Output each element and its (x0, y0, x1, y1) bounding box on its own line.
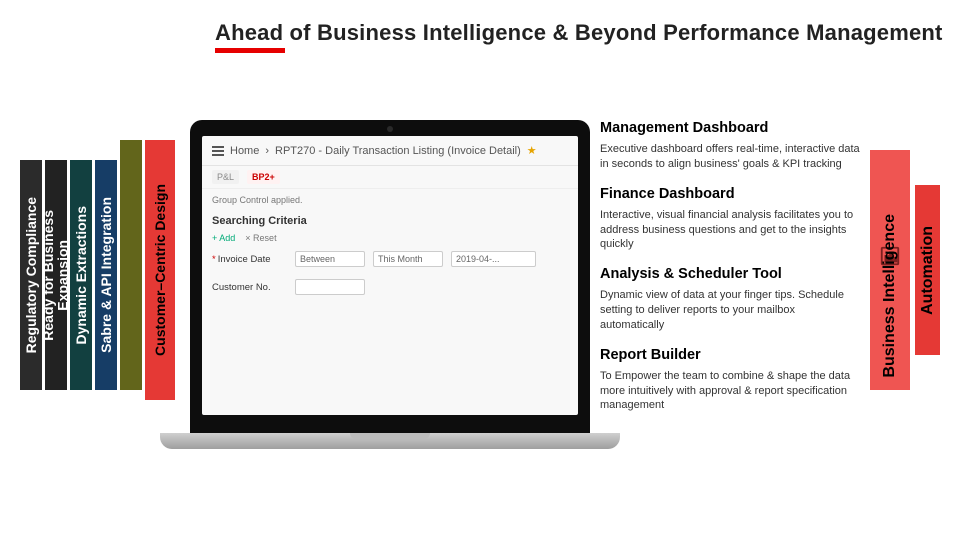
group-control-notice: Group Control applied. (202, 189, 578, 211)
criteria-row-invoice: *Invoice Date Between This Month 2019-04… (202, 245, 578, 273)
criteria-actions: + Add × Reset (202, 231, 578, 245)
vtab-label: Dynamic Extractions (73, 206, 89, 345)
laptop-mock: Home › RPT270 - Daily Transaction Listin… (190, 120, 590, 435)
page-title: Ahead of Business Intelligence & Beyond … (215, 20, 943, 46)
criteria-row-customer: Customer No. (202, 273, 578, 301)
vtab-label: Ready for Business Expansion (41, 210, 70, 341)
criteria-heading: Searching Criteria (202, 211, 578, 231)
star-icon[interactable]: ★ (527, 144, 537, 157)
vtab-label: Regulatory Compliance (23, 197, 39, 353)
customer-input[interactable] (295, 279, 365, 295)
vtab-sabre: Sabre & API Integration (95, 160, 117, 390)
heading-fin: Finance Dashboard (600, 186, 860, 202)
tab-bp2[interactable]: BP2+ (247, 170, 280, 184)
field-label: Customer No. (212, 282, 287, 293)
vtab-regulatory: Regulatory Compliance (20, 160, 42, 390)
para-fin: Interactive, visual financial analysis f… (600, 208, 860, 253)
vtab-dynamic: Dynamic Extractions (70, 160, 92, 390)
report-tabs: P&L BP2+ (202, 166, 578, 189)
crumb-home[interactable]: Home (230, 145, 259, 157)
features-column: Management Dashboard Executive dashboard… (600, 120, 860, 413)
vbar-label: Automation (919, 226, 937, 315)
para-mgmt: Executive dashboard offers real-time, in… (600, 142, 860, 172)
vtab-ready: Ready for Business Expansion (45, 160, 67, 390)
vbar-bi: Business Intelligence (870, 150, 910, 390)
heading-an: Analysis & Scheduler Tool (600, 266, 860, 282)
tab-pl[interactable]: P&L (212, 170, 239, 184)
required-mark: * (212, 254, 216, 265)
add-criteria-link[interactable]: + Add (212, 233, 235, 243)
report-screen: Home › RPT270 - Daily Transaction Listin… (202, 136, 578, 415)
field-label: *Invoice Date (212, 254, 287, 265)
para-an: Dynamic view of data at your finger tips… (600, 288, 860, 333)
para-rb: To Empower the team to combine & shape t… (600, 369, 860, 414)
heading-rb: Report Builder (600, 347, 860, 363)
vbar-label: Business Intelligence (881, 214, 899, 378)
reset-criteria-link[interactable]: × Reset (245, 233, 276, 243)
vbar-auto: Automation (915, 185, 940, 355)
vtab-label: Sabre & API Integration (98, 197, 114, 353)
slide: Ahead of Business Intelligence & Beyond … (0, 0, 960, 540)
laptop-base (160, 433, 620, 449)
vtab-placeholder (120, 140, 142, 390)
operator-select[interactable]: Between (295, 251, 365, 267)
vtab-ccd: Customer–Centric Design (145, 140, 175, 400)
title-underline (215, 48, 285, 53)
crumb-sep: › (265, 145, 269, 157)
date-input[interactable]: 2019-04-... (451, 251, 536, 267)
menu-icon[interactable] (212, 146, 224, 156)
vtab-label: Customer–Centric Design (152, 184, 168, 356)
breadcrumb: Home › RPT270 - Daily Transaction Listin… (202, 136, 578, 166)
range-mode-select[interactable]: This Month (373, 251, 443, 267)
heading-mgmt: Management Dashboard (600, 120, 860, 136)
crumb-report[interactable]: RPT270 - Daily Transaction Listing (Invo… (275, 145, 521, 157)
